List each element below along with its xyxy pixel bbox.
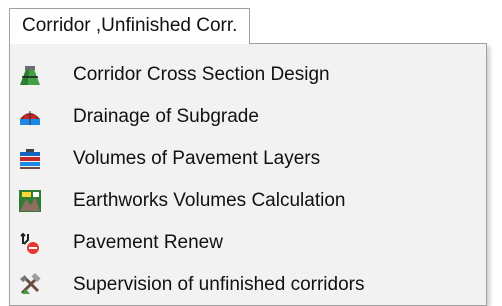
menu-item-label: Pavement Renew — [73, 232, 223, 253]
menu-item-corridor-cross-section[interactable]: Corridor Cross Section Design — [10, 54, 486, 96]
menu-item-supervision-of-unfinished-corridors[interactable]: Supervision of unfinished corridors — [10, 264, 486, 306]
supervision-icon — [18, 272, 42, 297]
drainage-icon — [18, 105, 42, 129]
menu-item-drainage-of-subgrade[interactable]: Drainage of Subgrade — [10, 96, 486, 138]
dropdown-menu: Corridor Cross Section Design Drainage o… — [9, 43, 487, 306]
menu-item-label: Earthworks Volumes Calculation — [73, 190, 346, 211]
pavement-renew-icon — [18, 231, 42, 255]
menu-item-pavement-renew[interactable]: Pavement Renew — [10, 222, 486, 264]
cross-section-icon — [18, 63, 42, 87]
menu-item-volumes-of-pavement-layers[interactable]: Volumes of Pavement Layers — [10, 138, 486, 180]
menu-item-label: Corridor Cross Section Design — [73, 64, 330, 85]
earthworks-icon — [18, 189, 42, 213]
menu-item-label: Volumes of Pavement Layers — [73, 148, 321, 169]
menu-bar: Corridor ,Unfinished Corr. — [0, 0, 502, 44]
menu-item-label: Supervision of unfinished corridors — [73, 274, 365, 295]
menu-item-label: Drainage of Subgrade — [73, 106, 259, 127]
pavement-layers-icon — [18, 147, 42, 171]
menu-title-corridor[interactable]: Corridor ,Unfinished Corr. — [9, 8, 251, 44]
menu-item-earthworks-volumes-calculation[interactable]: Earthworks Volumes Calculation — [10, 180, 486, 222]
